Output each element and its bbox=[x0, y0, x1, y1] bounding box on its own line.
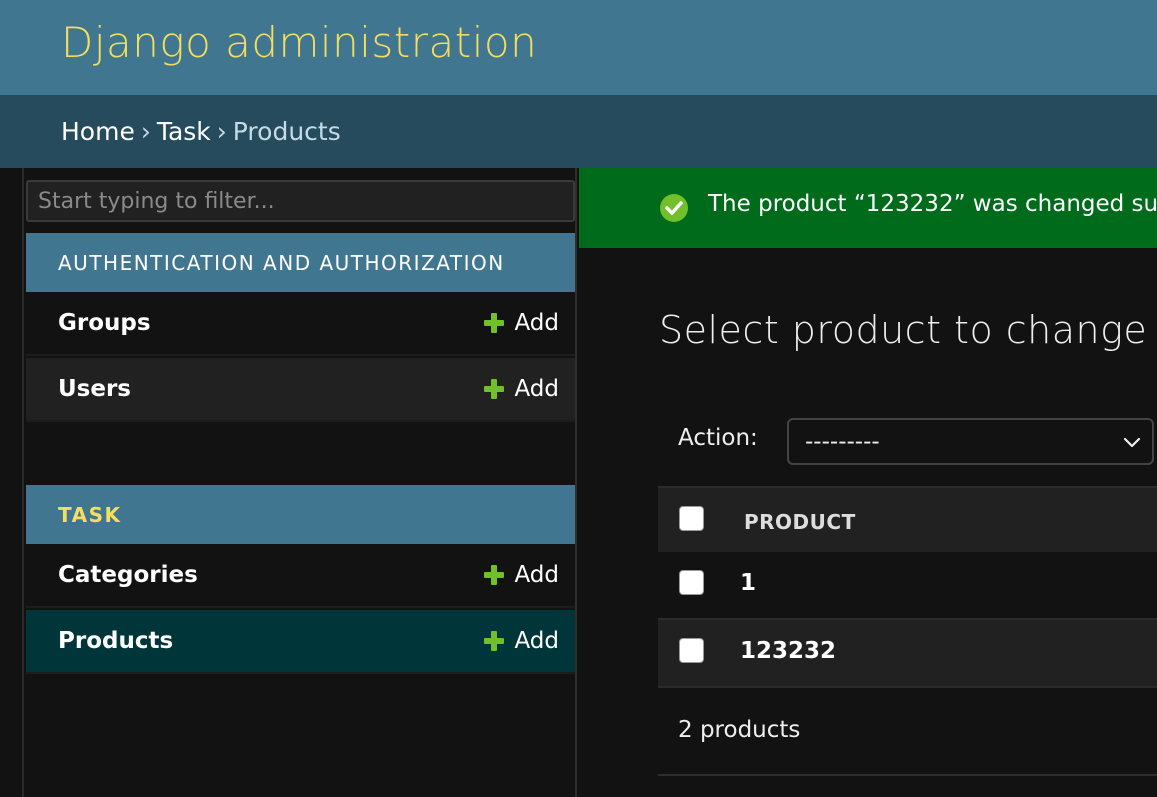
sidebar-filter-input[interactable] bbox=[26, 180, 575, 222]
plus-icon bbox=[484, 379, 505, 399]
paginator: 2 products bbox=[678, 717, 801, 743]
breadcrumb-app[interactable]: Task bbox=[157, 117, 211, 146]
module-caption-task[interactable]: Task bbox=[26, 485, 575, 544]
sidebar-item-products: Products Add bbox=[26, 610, 575, 674]
module-caption-auth[interactable]: Authentication and Authorization bbox=[26, 233, 575, 292]
site-title[interactable]: Django administration bbox=[61, 18, 537, 67]
row-checkbox[interactable] bbox=[679, 638, 704, 663]
add-product-link[interactable]: Add bbox=[484, 628, 559, 654]
site-header: Django administration bbox=[0, 0, 1157, 95]
add-link-label: Add bbox=[514, 628, 559, 654]
table-row: 123232 bbox=[658, 620, 1157, 688]
plus-icon bbox=[484, 313, 505, 333]
breadcrumb-home[interactable]: Home bbox=[61, 117, 135, 146]
action-label: Action: bbox=[678, 425, 758, 451]
action-select[interactable]: --------- bbox=[787, 418, 1154, 465]
product-link[interactable]: 1 bbox=[740, 570, 756, 596]
chevron-down-icon bbox=[1122, 432, 1142, 458]
table-header-row: Product bbox=[658, 486, 1157, 552]
page-title: Select product to change bbox=[659, 308, 1148, 352]
sidebar-item-label[interactable]: Categories bbox=[58, 562, 198, 588]
sidebar-item-users: Users Add bbox=[26, 358, 575, 422]
sidebar-item-categories: Categories Add bbox=[26, 544, 575, 608]
add-link-label: Add bbox=[514, 562, 559, 588]
column-header-product[interactable]: Product bbox=[744, 510, 856, 534]
check-circle-icon bbox=[660, 194, 688, 222]
product-link[interactable]: 123232 bbox=[740, 638, 836, 664]
sidebar-item-label[interactable]: Products bbox=[58, 628, 173, 654]
breadcrumb-separator: › bbox=[140, 117, 151, 146]
breadcrumb-current: Products bbox=[232, 117, 341, 146]
sidebar-toggle-strip[interactable] bbox=[0, 168, 24, 797]
breadcrumb: Home › Task › Products bbox=[0, 95, 1157, 168]
plus-icon bbox=[484, 565, 505, 585]
add-link-label: Add bbox=[514, 376, 559, 402]
add-category-link[interactable]: Add bbox=[484, 562, 559, 588]
row-checkbox[interactable] bbox=[679, 570, 704, 595]
action-selected-value: --------- bbox=[805, 428, 880, 455]
sidebar-item-label[interactable]: Groups bbox=[58, 310, 151, 336]
sidebar-item-groups: Groups Add bbox=[26, 292, 575, 356]
message-text: The product “123232” was changed success… bbox=[708, 191, 1157, 217]
sidebar-item-label[interactable]: Users bbox=[58, 376, 131, 402]
add-group-link[interactable]: Add bbox=[484, 310, 559, 336]
add-link-label: Add bbox=[514, 310, 559, 336]
add-user-link[interactable]: Add bbox=[484, 376, 559, 402]
plus-icon bbox=[484, 631, 505, 651]
breadcrumb-separator: › bbox=[216, 117, 227, 146]
select-all-checkbox[interactable] bbox=[679, 506, 704, 531]
nav-sidebar: Authentication and Authorization Groups … bbox=[26, 168, 577, 797]
table-row: 1 bbox=[658, 552, 1157, 620]
paginator-divider bbox=[658, 774, 1157, 776]
success-message: The product “123232” was changed success… bbox=[579, 168, 1157, 248]
